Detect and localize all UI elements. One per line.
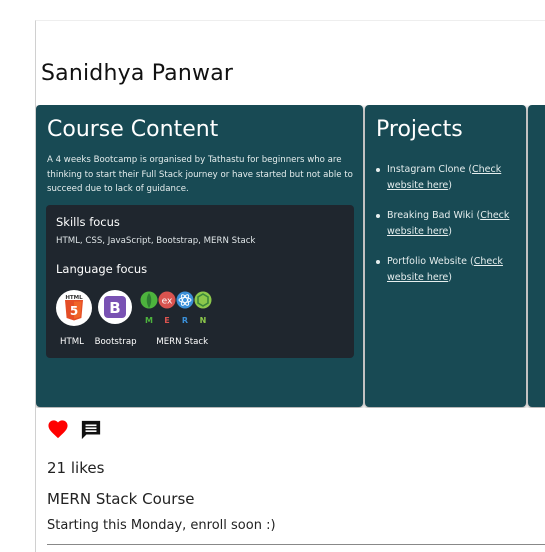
skills-list: HTML, CSS, JavaScript, Bootstrap, MERN S… [56, 236, 256, 246]
svg-text:ex: ex [162, 297, 173, 307]
bootstrap-logo-icon: B [98, 290, 132, 324]
next-slide-panel[interactable] [528, 105, 545, 407]
course-content-title: Course Content [47, 117, 219, 142]
language-focus-heading: Language focus [56, 262, 148, 276]
mern-letter-e: E [164, 316, 169, 325]
post-media: Course Content A 4 weeks Bootcamp is org… [36, 105, 545, 408]
language-label-mern: MERN Stack [156, 337, 209, 347]
heart-icon [48, 420, 68, 439]
mern-letter-m: M [145, 316, 153, 325]
project-name: Instagram Clone ( [387, 164, 473, 175]
post-card: Sanidhya Panwar Course Content A 4 weeks… [35, 20, 545, 552]
project-item-breaking-bad-wiki: Breaking Bad Wiki (Check website here) [375, 208, 525, 239]
mern-letter-r: R [182, 316, 188, 325]
like-button[interactable] [47, 419, 71, 441]
html5-logo-icon: HTML 5 [56, 290, 92, 326]
author-name[interactable]: Sanidhya Panwar [41, 61, 233, 86]
project-list: Instagram Clone (Check website here) Bre… [375, 162, 525, 300]
course-description: A 4 weeks Bootcamp is organised by Tatha… [47, 155, 353, 194]
project-name: Portfolio Website ( [387, 256, 474, 267]
project-item-portfolio-website: Portfolio Website (Check website here) [375, 254, 525, 285]
skills-box: Skills focus HTML, CSS, JavaScript, Boot… [46, 205, 354, 358]
project-suffix: ) [448, 179, 452, 191]
comment-icon [81, 420, 101, 440]
language-labels: HTML Bootstrap MERN Stack [60, 337, 216, 347]
project-suffix: ) [448, 271, 452, 283]
mern-letter-n: N [200, 316, 207, 325]
divider [47, 544, 545, 545]
post-caption: Starting this Monday, enroll soon :) [47, 518, 276, 533]
project-name: Breaking Bad Wiki ( [387, 210, 481, 221]
language-label-html: HTML [60, 337, 84, 347]
html5-badge-text: 5 [70, 304, 78, 318]
bootstrap-logo-letter: B [109, 299, 120, 317]
language-label-bootstrap: Bootstrap [94, 337, 137, 347]
projects-panel: Projects Instagram Clone (Check website … [365, 105, 526, 407]
comment-button[interactable] [80, 419, 104, 441]
project-item-instagram-clone: Instagram Clone (Check website here) [375, 162, 525, 193]
skills-focus-heading: Skills focus [56, 215, 120, 229]
course-content-panel: Course Content A 4 weeks Bootcamp is org… [36, 105, 363, 407]
likes-count[interactable]: 21 likes [47, 459, 104, 477]
mern-stack-logo-icon: ex M E R N [139, 289, 219, 327]
post-title: MERN Stack Course [47, 490, 195, 508]
projects-title: Projects [376, 117, 463, 142]
project-suffix: ) [448, 225, 452, 237]
